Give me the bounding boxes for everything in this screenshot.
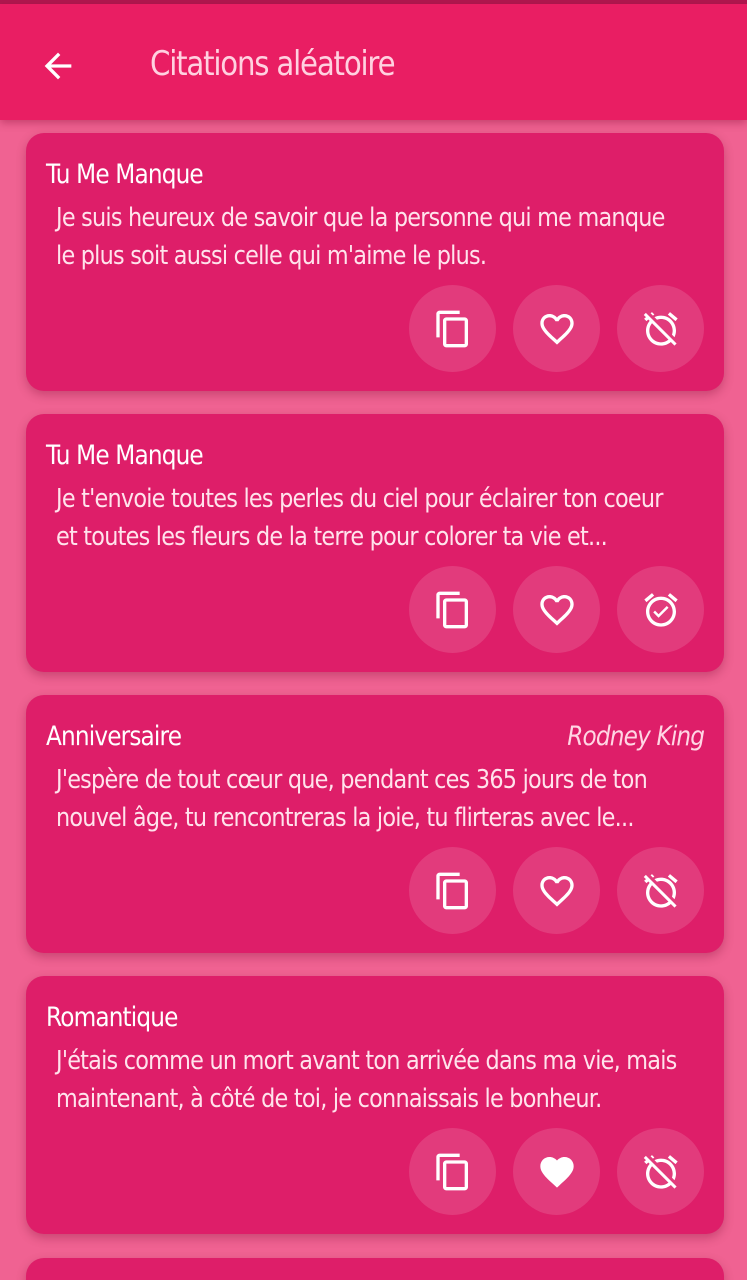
quote-text: Je suis heureux de savoir que la personn… (56, 199, 692, 275)
favorite-button[interactable] (513, 847, 600, 934)
quote-text: J'espère de tout cœur que, pendant ces 3… (56, 761, 692, 837)
heart-outline-icon (539, 875, 574, 907)
quote-line: nouvel âge, tu rencontreras la joie, tu … (56, 803, 634, 833)
heart-outline-icon (539, 313, 574, 345)
favorite-button[interactable] (513, 566, 600, 653)
heart-filled-icon (539, 1156, 574, 1188)
quote-text: Je t'envoie toutes les perles du ciel po… (56, 480, 692, 556)
app-bar: Citations aléatoire (0, 4, 747, 120)
quote-actions (409, 285, 704, 372)
quote-line: le plus soit aussi celle qui m'aime le p… (56, 241, 487, 271)
reminder-button[interactable] (617, 566, 704, 653)
quote-actions (409, 566, 704, 653)
quote-category: Anniversaire (46, 721, 182, 752)
heart-outline-icon (539, 594, 574, 626)
quote-line: J'espère de tout cœur que, pendant ces 3… (56, 765, 648, 795)
quote-category: Romantique (46, 1002, 178, 1033)
quote-list[interactable]: Tu Me Manque Je suis heureux de savoir q… (0, 120, 747, 1280)
reminder-button[interactable] (617, 1128, 704, 1215)
back-button[interactable] (34, 42, 82, 90)
copy-button[interactable] (409, 566, 496, 653)
quote-author: Rodney King (567, 721, 705, 752)
quote-actions (409, 1128, 704, 1215)
quote-card: Anniversaire Rodney King J'espère de tou… (26, 695, 724, 953)
quote-card: Romantique J'étais comme un mort avant t… (26, 976, 724, 1234)
reminder-button[interactable] (617, 847, 704, 934)
copy-icon (435, 872, 468, 909)
quote-line: Je suis heureux de savoir que la personn… (56, 203, 665, 233)
arrow-left-icon (44, 52, 72, 80)
copy-button[interactable] (409, 847, 496, 934)
quote-category: Tu Me Manque (46, 440, 204, 471)
quote-line: maintenant, à côté de toi, je connaissai… (56, 1084, 602, 1114)
favorite-button[interactable] (513, 285, 600, 372)
quote-line: J'étais comme un mort avant ton arrivée … (56, 1046, 677, 1076)
quote-category: Tu Me Manque (46, 159, 204, 190)
copy-button[interactable] (409, 285, 496, 372)
alarm-off-icon (643, 1154, 678, 1189)
quote-text: J'étais comme un mort avant ton arrivée … (56, 1042, 692, 1118)
favorite-button[interactable] (513, 1128, 600, 1215)
copy-icon (435, 310, 468, 347)
quote-card: Tu Me Manque Je t'envoie toutes les perl… (26, 414, 724, 672)
quote-line: Je t'envoie toutes les perles du ciel po… (56, 484, 664, 514)
quote-actions (409, 847, 704, 934)
alarm-on-icon (643, 592, 678, 627)
reminder-button[interactable] (617, 285, 704, 372)
copy-icon (435, 1153, 468, 1190)
alarm-off-icon (643, 311, 678, 346)
copy-button[interactable] (409, 1128, 496, 1215)
alarm-off-icon (643, 873, 678, 908)
page-title: Citations aléatoire (150, 44, 396, 84)
copy-icon (435, 591, 468, 628)
quote-card-partial (26, 1258, 724, 1280)
quote-card: Tu Me Manque Je suis heureux de savoir q… (26, 133, 724, 391)
quote-line: et toutes les fleurs de la terre pour co… (56, 522, 608, 552)
